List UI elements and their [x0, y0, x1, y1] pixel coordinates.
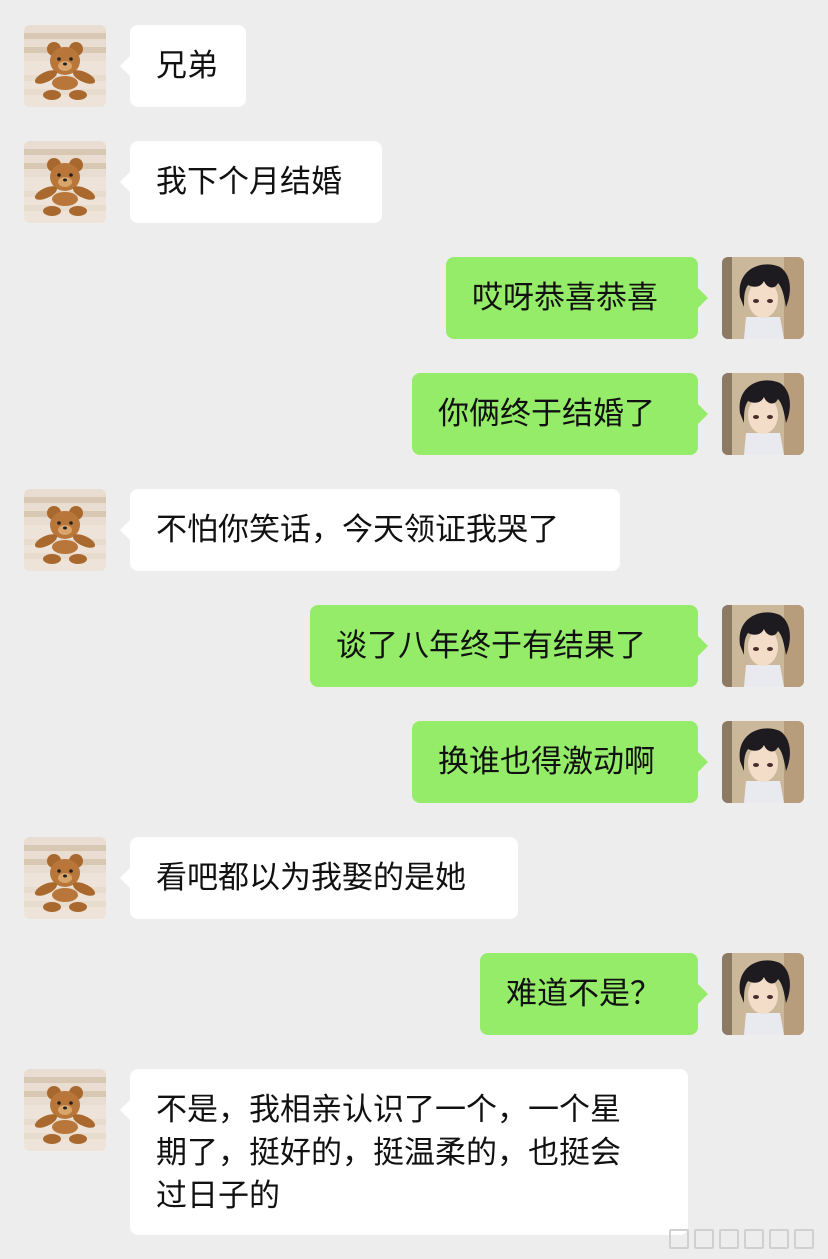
contact-avatar[interactable]: [24, 489, 106, 571]
incoming-message-bubble[interactable]: 不怕你笑话，今天领证我哭了: [120, 489, 620, 571]
my-avatar[interactable]: [722, 257, 804, 339]
incoming-message-bubble[interactable]: 不是，我相亲认识了一个，一个星 期了，挺好的，挺温柔的，也挺会 过日子的: [120, 1069, 688, 1235]
teddy-bear-avatar: [24, 25, 106, 107]
teddy-bear-avatar: [24, 489, 106, 571]
outgoing-message-bubble[interactable]: 换谁也得激动啊: [412, 721, 708, 803]
my-avatar[interactable]: [722, 605, 804, 687]
outgoing-message-bubble[interactable]: 谈了八年终于有结果了: [310, 605, 708, 687]
my-avatar[interactable]: [722, 721, 804, 803]
contact-avatar[interactable]: [24, 1069, 106, 1151]
incoming-message-bubble[interactable]: 兄弟: [120, 25, 246, 107]
contact-avatar[interactable]: [24, 837, 106, 919]
teddy-bear-avatar: [24, 1069, 106, 1151]
teddy-bear-avatar: [24, 141, 106, 223]
my-avatar[interactable]: [722, 953, 804, 1035]
anime-boy-avatar: [722, 721, 804, 803]
my-avatar[interactable]: [722, 373, 804, 455]
anime-boy-avatar: [722, 605, 804, 687]
anime-boy-avatar: [722, 373, 804, 455]
contact-avatar[interactable]: [24, 141, 106, 223]
outgoing-message-bubble[interactable]: 难道不是？: [480, 953, 708, 1035]
teddy-bear-avatar: [24, 837, 106, 919]
outgoing-message-bubble[interactable]: 哎呀恭喜恭喜: [446, 257, 708, 339]
watermark-icon: [669, 1229, 814, 1249]
incoming-message-bubble[interactable]: 我下个月结婚: [120, 141, 382, 223]
contact-avatar[interactable]: [24, 25, 106, 107]
outgoing-message-bubble[interactable]: 你俩终于结婚了: [412, 373, 708, 455]
anime-boy-avatar: [722, 953, 804, 1035]
anime-boy-avatar: [722, 257, 804, 339]
incoming-message-bubble[interactable]: 看吧都以为我娶的是她: [120, 837, 518, 919]
